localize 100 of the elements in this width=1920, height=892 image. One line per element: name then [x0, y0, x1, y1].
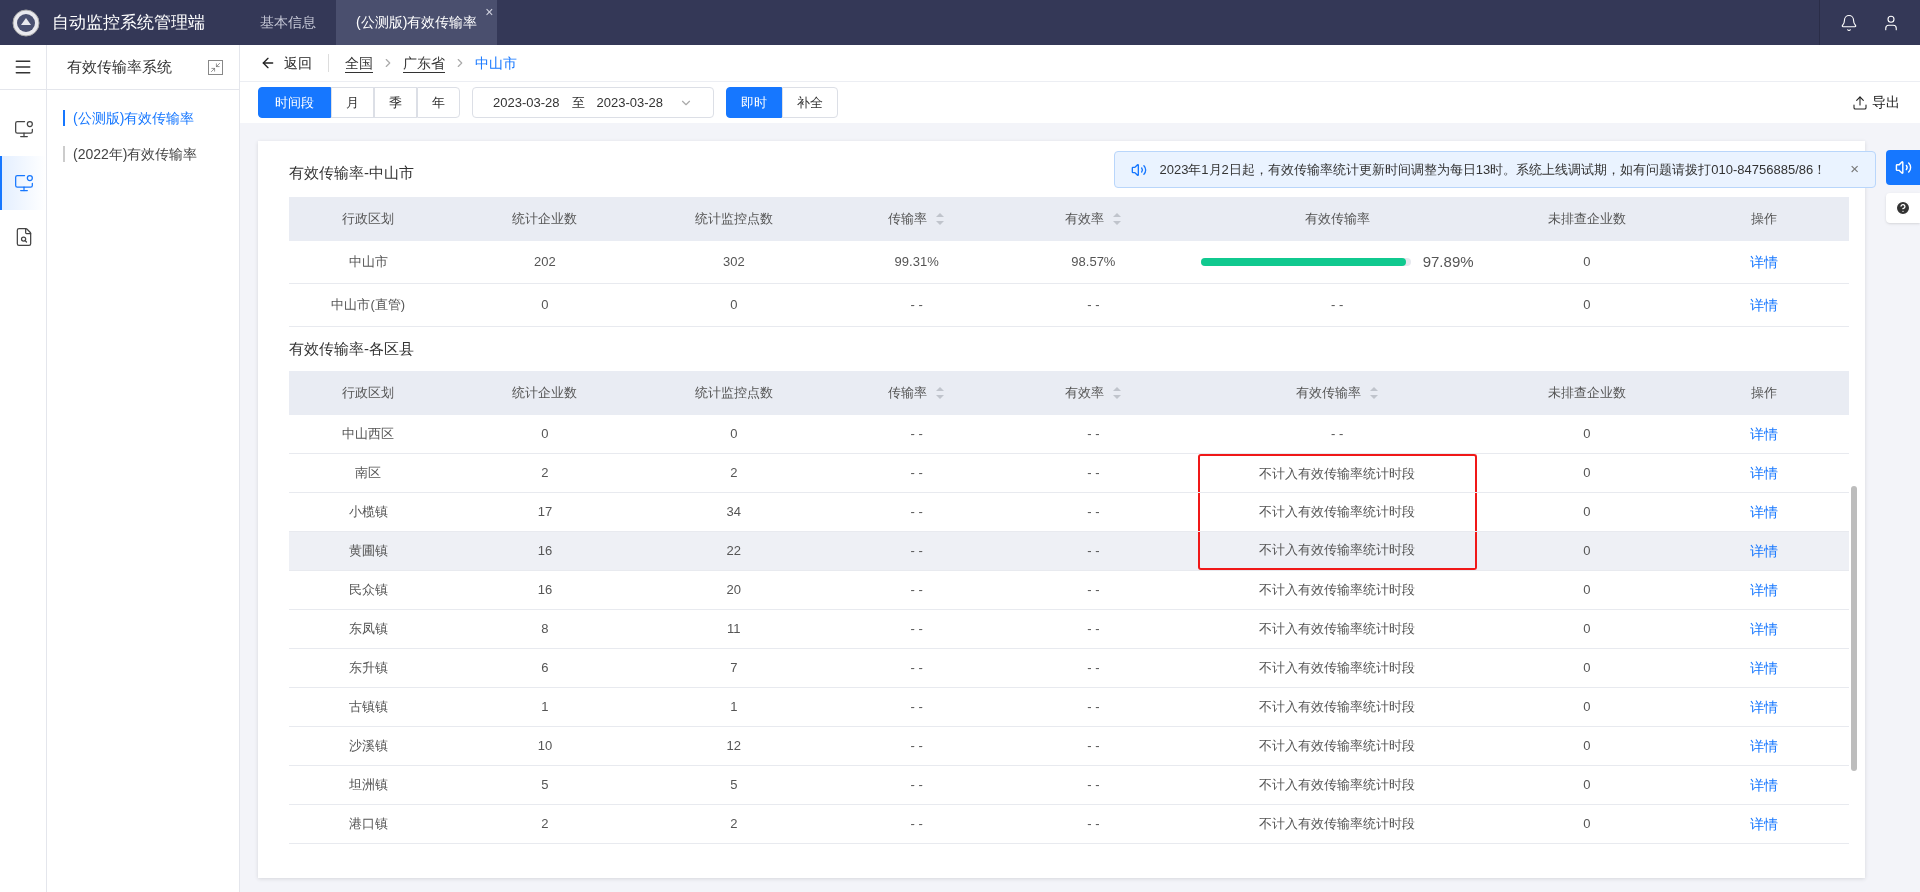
table-cell-text: - -	[1087, 737, 1100, 756]
breadcrumb-link[interactable]: 全国	[345, 52, 373, 74]
emblem-logo-icon	[12, 8, 40, 37]
table-cell-text: 12	[726, 737, 742, 756]
table-cell-text: 小榄镇	[348, 503, 388, 522]
table-cell-text: - -	[910, 659, 923, 678]
table-cell-text: 0	[1583, 737, 1591, 756]
table-cell-text: 0	[1583, 464, 1591, 483]
document-search-icon	[14, 227, 34, 247]
details-link[interactable]: 详情	[1749, 735, 1778, 757]
sidebar-item[interactable]: (2022年)有效传输率	[63, 146, 239, 162]
table-cell-text: 11	[727, 620, 741, 639]
scrollbar-thumb[interactable]	[1851, 486, 1857, 771]
details-link[interactable]: 详情	[1749, 813, 1778, 835]
details-link[interactable]: 详情	[1749, 579, 1778, 601]
table-cell-text: - -	[1087, 776, 1100, 795]
column-header: 操作	[1750, 384, 1777, 403]
table-cell-text: 沙溪镇	[348, 737, 388, 756]
back-button[interactable]: 返回	[260, 54, 329, 72]
breadcrumb-link[interactable]: 广东省	[403, 52, 445, 74]
table-cell-text: 0	[1583, 815, 1591, 834]
menu-icon[interactable]	[13, 57, 33, 77]
table-cell-text: 0	[730, 425, 738, 444]
details-link[interactable]: 详情	[1749, 696, 1778, 718]
table-cell-text: 6	[541, 659, 549, 678]
table-cell-text: 0	[730, 296, 738, 315]
speaker-icon	[1131, 161, 1148, 178]
details-link[interactable]: 详情	[1749, 540, 1778, 562]
table-cell-text: - -	[910, 425, 923, 444]
details-link[interactable]: 详情	[1749, 618, 1778, 640]
details-link[interactable]: 详情	[1749, 462, 1778, 484]
table-cell-text: 2	[730, 464, 738, 483]
arrow-left-icon	[260, 55, 276, 71]
table-cell-text: - -	[910, 503, 923, 522]
details-link[interactable]: 详情	[1749, 423, 1778, 445]
table-cell-text: - -	[910, 542, 923, 561]
breadcrumb-link[interactable]: 中山市	[475, 52, 517, 74]
table-cell-text: 10	[537, 737, 553, 756]
table-cell-text: 0	[1583, 253, 1591, 272]
table-cell-text: 民众镇	[348, 581, 388, 600]
page-tab[interactable]: 基本信息	[240, 0, 336, 45]
user-icon[interactable]	[1882, 13, 1900, 32]
collapse-icon[interactable]	[208, 59, 223, 75]
period-tab[interactable]: 年	[417, 87, 460, 118]
table-cell-text: 港口镇	[348, 815, 388, 834]
table-cell-text: 中山市(直管)	[331, 296, 406, 315]
table-cell-text: 0	[1583, 542, 1591, 561]
table-cell-text: 8	[541, 620, 549, 639]
period-tab[interactable]: 月	[331, 87, 374, 118]
table-cell-text: - -	[1087, 815, 1100, 834]
table-cell-text: 2	[730, 815, 738, 834]
close-notice-button[interactable]: ×	[1850, 158, 1859, 181]
table-cell-text: 1	[541, 698, 549, 717]
table-cell-text: 不计入有效传输率统计时段	[1259, 620, 1416, 639]
details-link[interactable]: 详情	[1749, 294, 1778, 316]
table-cell-text: - -	[1087, 698, 1100, 717]
mode-tab[interactable]: 即时	[726, 87, 782, 118]
section-title: 有效传输率-各区县	[289, 338, 414, 359]
help-icon	[1895, 200, 1911, 216]
mode-tab[interactable]: 补全	[782, 87, 838, 118]
table-cell-text: 东凤镇	[348, 620, 388, 639]
table-cell-text: 不计入有效传输率统计时段	[1259, 541, 1416, 560]
table-cell-text: 不计入有效传输率统计时段	[1259, 503, 1416, 522]
column-header: 有效率	[1064, 384, 1104, 403]
table-cell-text: 0	[1583, 698, 1591, 717]
table-cell-text: - -	[910, 581, 923, 600]
table-cell-text: - -	[1087, 464, 1100, 483]
details-link[interactable]: 详情	[1749, 657, 1778, 679]
table-cell-text: 0	[1583, 776, 1591, 795]
table-cell-text: - -	[1331, 296, 1344, 315]
table-cell-text: 南区	[355, 464, 382, 483]
page-tab[interactable]: (公测版)有效传输率 ×	[336, 0, 498, 45]
column-header: 有效率	[1064, 210, 1104, 229]
section-title: 有效传输率-中山市	[289, 162, 414, 183]
table-cell-text: 古镇镇	[348, 698, 388, 717]
table-cell-text: 中山市	[348, 253, 388, 272]
help-button[interactable]	[1886, 193, 1920, 223]
notification-bell-icon[interactable]	[1840, 13, 1858, 32]
details-link[interactable]: 详情	[1749, 501, 1778, 523]
column-header: 传输率	[888, 210, 928, 229]
column-header: 操作	[1750, 210, 1777, 229]
table-cell-text: 7	[730, 659, 738, 678]
table-cell-text: 17	[537, 503, 553, 522]
table-cell-text: 97.89%	[1422, 251, 1474, 272]
date-range-field[interactable]: 2023-03-28 至 2023-03-28	[472, 87, 714, 118]
period-tab[interactable]: 时间段	[258, 87, 331, 118]
announcement-button[interactable]	[1886, 150, 1920, 185]
details-link[interactable]: 详情	[1749, 774, 1778, 796]
table-cell-text: 0	[1583, 659, 1591, 678]
table-cell-text: - -	[910, 620, 923, 639]
table-cell-text: - -	[910, 776, 923, 795]
export-button[interactable]: 导出	[1852, 92, 1900, 113]
column-header: 行政区划	[342, 210, 395, 229]
details-link[interactable]: 详情	[1749, 251, 1778, 273]
app-title: 自动监控系统管理端	[52, 11, 205, 34]
period-tab[interactable]: 季	[374, 87, 417, 118]
table-cell-text: 5	[730, 776, 738, 795]
table-cell-text: 2	[541, 464, 549, 483]
table-cell-text: - -	[1087, 581, 1100, 600]
close-tab-button[interactable]: ×	[485, 2, 494, 23]
